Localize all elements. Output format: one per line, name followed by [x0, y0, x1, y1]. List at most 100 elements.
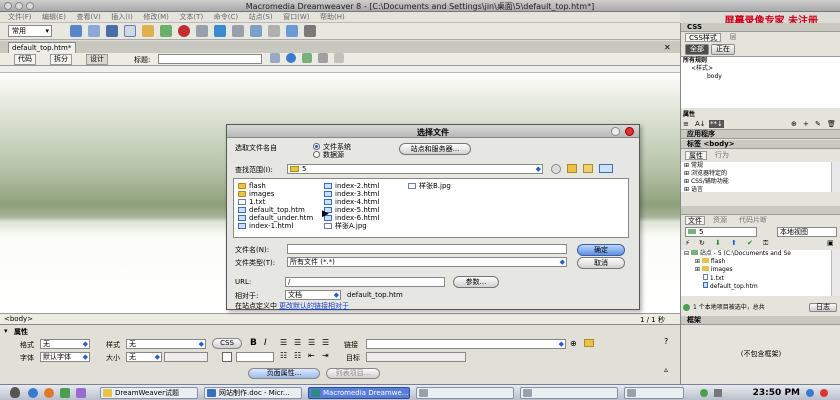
image-icon[interactable]: [160, 25, 172, 37]
size-unit-select[interactable]: [164, 352, 208, 362]
quicklaunch-icon[interactable]: [28, 388, 38, 398]
tag-selector[interactable]: <body>: [4, 315, 33, 323]
view-menu-icon[interactable]: [599, 164, 613, 173]
quicklaunch-icon[interactable]: [76, 388, 86, 398]
taskbar-item-word-doc[interactable]: 网站制作.doc - Micr...: [204, 387, 302, 399]
filename-input[interactable]: [287, 244, 567, 254]
css-button[interactable]: CSS: [212, 338, 242, 349]
chevron-down-icon[interactable]: ▾: [4, 327, 8, 335]
server-include-icon[interactable]: [214, 25, 226, 37]
align-left-icon[interactable]: ☰: [280, 338, 287, 347]
tree-item-file[interactable]: 1.txt: [681, 274, 831, 282]
table-icon[interactable]: [124, 25, 136, 37]
date-icon[interactable]: [196, 25, 208, 37]
file-item-default-under[interactable]: default_under.htm: [238, 214, 318, 222]
tag-inspector-header[interactable]: 标签 <body>: [681, 140, 840, 149]
file-item-index-6[interactable]: index-6.html: [324, 214, 404, 222]
check-in-icon[interactable]: ⚿: [763, 239, 768, 248]
check-out-icon[interactable]: ✔: [747, 239, 753, 247]
look-in-select[interactable]: 5 ◆: [287, 164, 543, 174]
tab-layers[interactable]: 层: [723, 33, 743, 42]
site-select[interactable]: 5: [685, 227, 757, 237]
link-input[interactable]: ◆: [366, 339, 566, 349]
sites-and-servers-button[interactable]: 站点和服务器...: [399, 143, 471, 155]
change-relative-link[interactable]: 更改默认的链接相对于: [279, 301, 349, 311]
url-input[interactable]: /: [285, 277, 445, 287]
show-list-icon[interactable]: A↓: [695, 120, 706, 128]
tree-item-folder[interactable]: ⊞ flash: [681, 258, 831, 266]
page-properties-button[interactable]: 页面属性...: [248, 368, 320, 379]
css-rule-item[interactable]: body: [681, 73, 840, 81]
get-files-icon[interactable]: ⬇: [715, 239, 721, 247]
tree-item-file[interactable]: default_top.htm: [681, 282, 831, 290]
refresh-icon[interactable]: [302, 53, 312, 63]
start-menu-icon[interactable]: [10, 387, 20, 398]
file-item-images[interactable]: images: [238, 190, 318, 198]
design-view-button[interactable]: 设计: [86, 54, 108, 65]
text-color-input[interactable]: [236, 352, 274, 362]
taskbar-item-dreamweaver[interactable]: Macromedia Dreamwe...: [308, 387, 410, 399]
style-select[interactable]: 无 ◆: [126, 339, 206, 349]
menu-commands[interactable]: 命令(C): [214, 12, 238, 22]
file-item-flash[interactable]: flash: [238, 182, 318, 190]
refresh-icon[interactable]: ↻: [699, 239, 705, 247]
filetype-select[interactable]: 所有文件 (*.*) ◆: [287, 257, 567, 267]
up-folder-icon[interactable]: [567, 164, 577, 173]
file-management-icon[interactable]: [270, 53, 280, 63]
tray-icon[interactable]: [820, 389, 828, 397]
menu-modify[interactable]: 修改(M): [143, 12, 169, 22]
volume-icon[interactable]: [714, 389, 722, 397]
css-mode-current-button[interactable]: 正在: [711, 44, 735, 55]
relative-to-select[interactable]: 文档 ◆: [285, 290, 341, 300]
menu-text[interactable]: 文本(T): [179, 12, 203, 22]
email-link-icon[interactable]: [88, 25, 100, 37]
css-panel-header[interactable]: CSS: [681, 23, 840, 32]
quicklaunch-icon[interactable]: [44, 388, 54, 398]
document-tab[interactable]: default_top.htm*: [8, 42, 76, 53]
tab-assets[interactable]: 资源: [709, 216, 731, 225]
media-icon[interactable]: [178, 25, 190, 37]
log-button[interactable]: 日志: [809, 303, 837, 312]
expand-files-icon[interactable]: ▣: [827, 239, 834, 247]
anchor-icon[interactable]: [106, 25, 118, 37]
tag-group-item[interactable]: ⊞ CSS/辅助功能: [681, 178, 831, 186]
menu-help[interactable]: 帮助(H): [320, 12, 345, 22]
justify-icon[interactable]: ☰: [322, 338, 329, 347]
show-category-icon[interactable]: ≡: [683, 120, 689, 128]
ok-button[interactable]: 确定: [577, 244, 625, 256]
taskbar-item-dreamweaver-quiz[interactable]: DreamWeaver试题: [100, 387, 198, 399]
tab-files[interactable]: 文件: [685, 216, 705, 225]
comment-icon[interactable]: [232, 25, 244, 37]
show-set-icon[interactable]: **↓: [709, 120, 724, 128]
italic-icon[interactable]: I: [264, 338, 267, 348]
files-scrollbar[interactable]: [831, 250, 840, 296]
file-item-index-1[interactable]: index-1.html: [238, 222, 318, 230]
tag-group-item[interactable]: ⊞ 语言: [681, 186, 831, 192]
help-icon[interactable]: ?: [664, 337, 668, 346]
bold-icon[interactable]: B: [250, 338, 257, 348]
text-color-swatch[interactable]: [222, 352, 232, 362]
tab-snippets[interactable]: 代码片断: [735, 216, 771, 225]
script-icon[interactable]: [268, 25, 280, 37]
tag-group-item[interactable]: ⊞ 浏览器特定的: [681, 170, 831, 178]
file-item-index-3[interactable]: index-3.html: [324, 190, 404, 198]
align-right-icon[interactable]: ☰: [308, 338, 315, 347]
visual-aids-icon[interactable]: [334, 53, 344, 63]
taskbar-item[interactable]: [416, 387, 514, 399]
point-to-file-icon[interactable]: ⊕: [570, 339, 577, 348]
dialog-help-icon[interactable]: [611, 127, 620, 136]
align-center-icon[interactable]: ☰: [294, 338, 301, 347]
frames-panel-header[interactable]: 框架: [681, 316, 840, 325]
parameters-button[interactable]: 参数...: [453, 276, 499, 288]
code-view-button[interactable]: 代码: [14, 54, 36, 65]
tab-css-styles[interactable]: CSS样式: [685, 33, 721, 42]
dialog-title-bar[interactable]: 选择文件: [227, 125, 639, 138]
menu-window[interactable]: 窗口(W): [283, 12, 309, 22]
css-rule-item[interactable]: <样式>: [681, 65, 840, 73]
preview-browser-icon[interactable]: [286, 53, 296, 63]
tray-icon[interactable]: [700, 389, 708, 397]
page-title-input[interactable]: [158, 54, 262, 64]
taskbar-item[interactable]: [520, 387, 618, 399]
menu-insert[interactable]: 插入(I): [111, 12, 133, 22]
put-files-icon[interactable]: ⬆: [731, 239, 737, 247]
